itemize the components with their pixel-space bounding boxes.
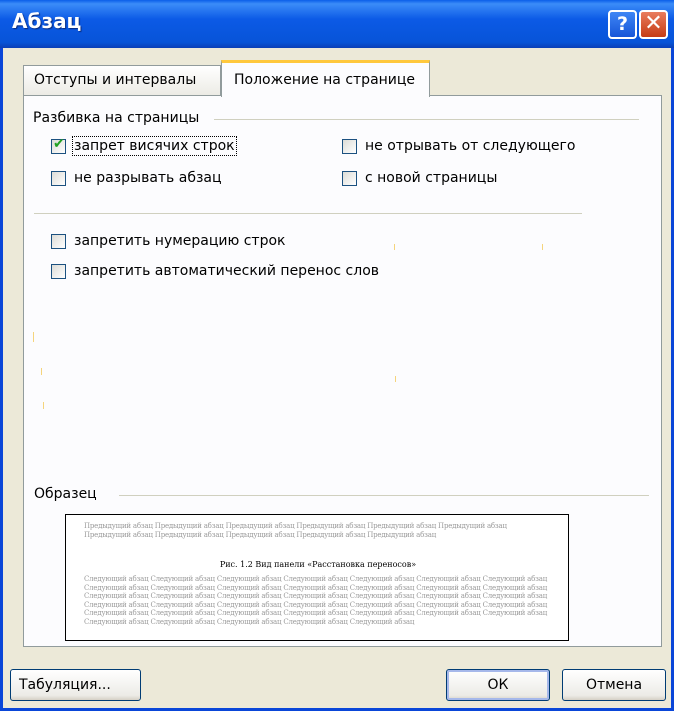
preview-caption: Рис. 1.2 Вид панели «Расстановка перенос… — [219, 560, 417, 569]
checkbox-box[interactable]: ✔ — [51, 135, 66, 154]
tab-indents-spacing[interactable]: Отступы и интервалы — [23, 65, 221, 95]
checkbox-label: запретить нумерацию строк — [74, 233, 286, 249]
help-button[interactable]: ? — [608, 10, 637, 39]
checkbox-label: не отрывать от следующего — [365, 138, 576, 154]
sample-heading: Образец — [34, 486, 105, 502]
keep-lines-together-checkbox[interactable]: не разрывать абзац — [51, 170, 222, 186]
checkbox-box[interactable] — [51, 233, 66, 249]
artifact-mark — [542, 244, 543, 250]
widow-control-checkbox[interactable]: ✔ запрет висячих строк — [51, 135, 237, 156]
checkbox-label: запрет висячих строк — [72, 136, 237, 156]
tab-line-page-breaks[interactable]: Положение на странице — [221, 60, 430, 97]
section-divider — [214, 119, 639, 120]
paragraph-dialog: Абзац ? ✕ Отступы и интервалы Положение … — [0, 0, 674, 711]
artifact-mark — [394, 244, 395, 250]
keep-with-next-checkbox[interactable]: не отрывать от следующего — [342, 138, 575, 154]
no-hyphenation-checkbox[interactable]: запретить автоматический перенос слов — [51, 263, 379, 279]
artifact-mark — [33, 332, 34, 342]
artifact-mark — [43, 402, 44, 409]
checkbox-label: не разрывать абзац — [74, 170, 222, 186]
tab-label: Положение на странице — [234, 72, 416, 88]
checkbox-box[interactable] — [51, 170, 66, 186]
checkbox-box[interactable] — [51, 263, 66, 279]
checkmark-icon: ✔ — [53, 135, 65, 152]
ok-button[interactable]: ОК — [446, 669, 550, 701]
sample-preview: Предыдущий абзац Предыдущий абзац Предыд… — [65, 514, 569, 641]
group-divider — [34, 213, 582, 214]
tabs-button[interactable]: Табуляция... — [10, 669, 141, 701]
checkbox-box[interactable] — [342, 170, 357, 186]
checkbox-label: запретить автоматический перенос слов — [74, 263, 380, 279]
artifact-mark — [395, 376, 396, 382]
page-break-before-checkbox[interactable]: с новой страницы — [342, 170, 497, 186]
close-button[interactable]: ✕ — [639, 10, 668, 39]
cancel-button[interactable]: Отмена — [562, 669, 666, 701]
section-divider — [119, 495, 649, 496]
artifact-mark — [41, 368, 42, 375]
preview-following-text: Следующий абзац Следующий абзац Следующи… — [84, 575, 548, 626]
pagination-heading: Разбивка на страницы — [33, 110, 208, 126]
tab-label: Отступы и интервалы — [34, 72, 197, 88]
window-title: Абзац — [12, 9, 82, 33]
title-bar[interactable]: Абзац ? ✕ — [0, 0, 674, 48]
checkbox-label: с новой страницы — [365, 170, 498, 186]
checkbox-box[interactable] — [342, 138, 357, 154]
suppress-line-numbers-checkbox[interactable]: запретить нумерацию строк — [51, 233, 286, 249]
preview-previous-text: Предыдущий абзац Предыдущий абзац Предыд… — [84, 522, 507, 539]
